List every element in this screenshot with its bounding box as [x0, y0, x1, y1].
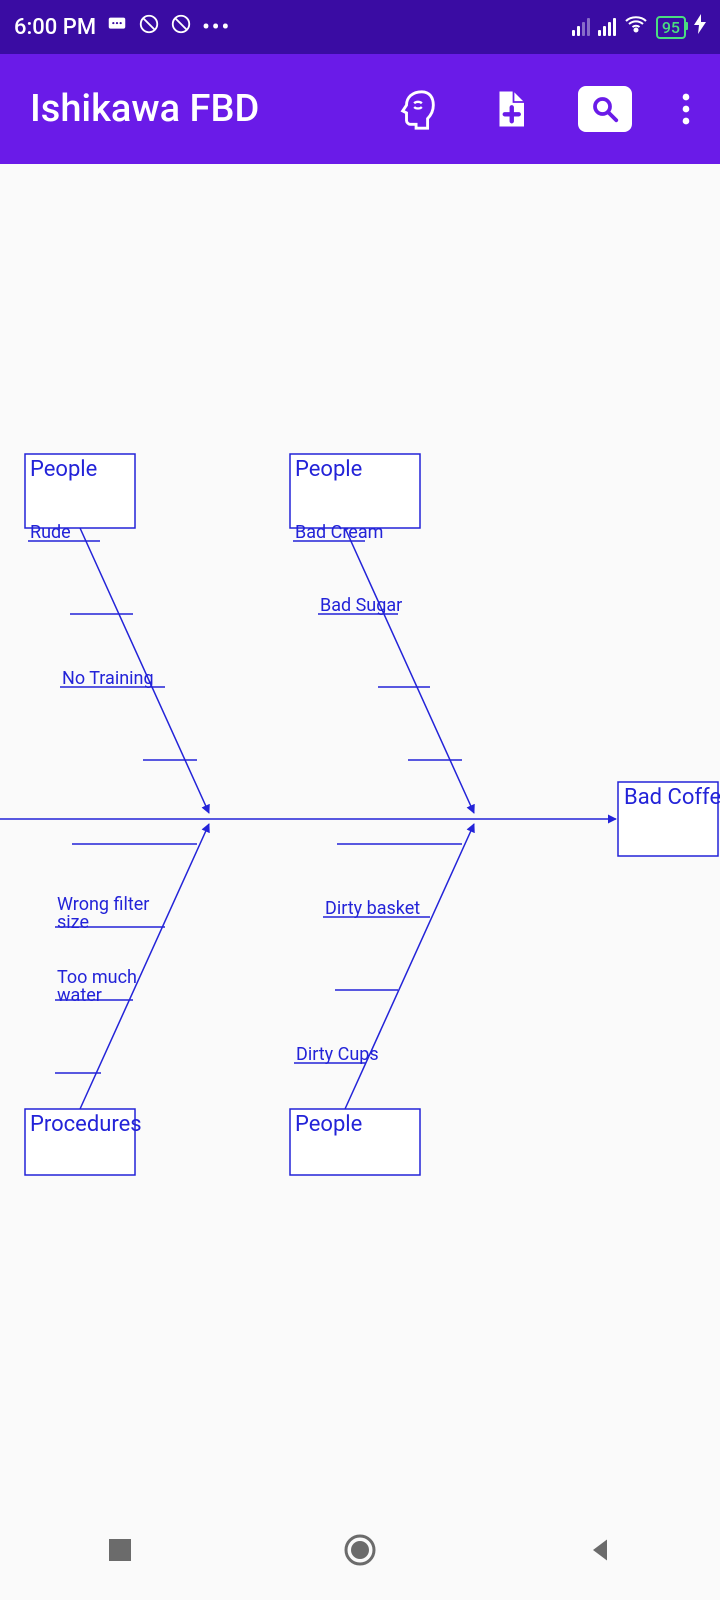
more-dots-icon: •••	[202, 15, 231, 40]
status-bar: 6:00 PM ••• 95	[0, 0, 720, 54]
cause-tl-0: Rude	[30, 522, 71, 543]
cause-tl-2: No Training	[62, 668, 154, 689]
head-icon[interactable]	[394, 85, 442, 133]
dnd-icon-2	[170, 13, 192, 41]
cause-br-1: Dirty basket	[325, 898, 420, 919]
cat-bottom-right-label: People	[295, 1112, 362, 1137]
battery-indicator: 95	[656, 16, 686, 39]
search-button[interactable]	[578, 86, 632, 132]
wifi-icon	[624, 12, 648, 42]
cat-top-left-label: People	[30, 457, 97, 482]
cat-top-right-label: People	[295, 457, 362, 482]
charging-icon	[694, 14, 706, 40]
diagram-canvas[interactable]: Bad Coffee People People Procedures Peop…	[0, 164, 720, 1548]
dnd-icon	[138, 13, 160, 41]
signal-icon-1	[572, 18, 590, 36]
recent-apps-button[interactable]	[100, 1530, 140, 1570]
signal-icon-2	[598, 18, 616, 36]
cause-br-3: Dirty Cups	[296, 1044, 379, 1065]
cause-tr-1: Bad Sugar	[320, 595, 402, 616]
new-file-icon[interactable]	[486, 85, 534, 133]
fishbone-diagram: Bad Coffee People People Procedures Peop…	[0, 164, 720, 1548]
page-title: Ishikawa FBD	[30, 87, 259, 131]
app-bar: Ishikawa FBD	[0, 54, 720, 164]
navigation-bar	[0, 1500, 720, 1600]
status-time: 6:00 PM	[14, 15, 96, 40]
home-button[interactable]	[340, 1530, 380, 1570]
cause-tr-0: Bad Cream	[295, 522, 383, 543]
messages-icon	[106, 13, 128, 41]
back-button[interactable]	[580, 1530, 620, 1570]
cat-bottom-left-label: Procedures	[30, 1112, 142, 1137]
overflow-menu-icon[interactable]	[676, 85, 696, 133]
effect-label: Bad Coffee	[624, 785, 720, 810]
